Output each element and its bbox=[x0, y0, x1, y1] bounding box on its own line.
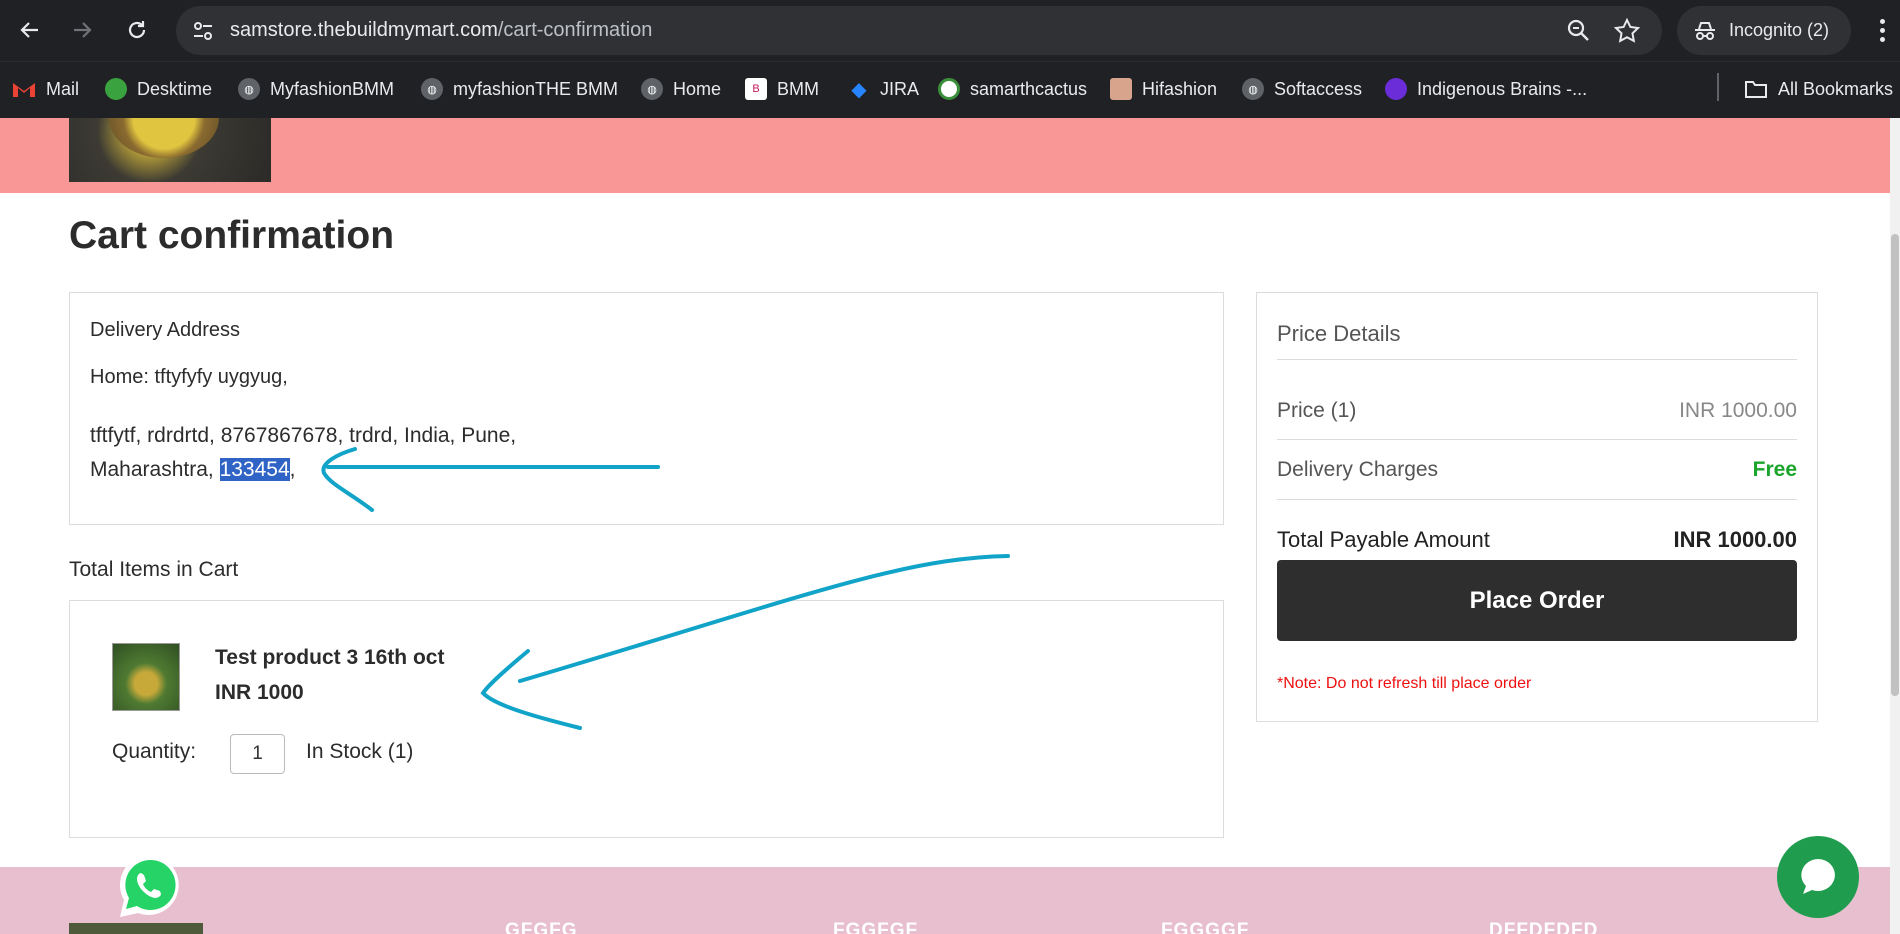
scrollbar-thumb[interactable] bbox=[1891, 234, 1899, 696]
bookmark-desktime[interactable]: Desktime bbox=[105, 74, 212, 104]
incognito-indicator[interactable]: Incognito (2) bbox=[1677, 6, 1851, 55]
brains-icon bbox=[1385, 78, 1407, 100]
page-scrollbar[interactable] bbox=[1890, 118, 1900, 934]
price-value: INR 1000.00 bbox=[1679, 399, 1797, 422]
zoom-icon[interactable] bbox=[1566, 18, 1592, 44]
items-heading: Total Items in Cart bbox=[69, 558, 239, 581]
bookmark-hifashion[interactable]: Hifashion bbox=[1110, 74, 1217, 104]
site-header bbox=[0, 118, 1890, 193]
bookmark-myfashion-the-bmm[interactable]: ◍ myfashionTHE BMM bbox=[421, 74, 618, 104]
bookmark-indigenous-brains[interactable]: Indigenous Brains -... bbox=[1385, 74, 1587, 104]
footer-heading: FGGGGF bbox=[1161, 920, 1250, 934]
address-home-line: Home: tftyfyfy uygyug, bbox=[90, 366, 288, 388]
footer-logo-image[interactable] bbox=[69, 923, 203, 934]
chat-bubble-icon bbox=[1801, 859, 1835, 894]
site-info-icon[interactable] bbox=[190, 18, 216, 44]
globe-icon: ◍ bbox=[1242, 78, 1264, 100]
stock-status: In Stock (1) bbox=[306, 740, 414, 763]
place-order-button[interactable]: Place Order bbox=[1277, 560, 1797, 641]
browser-menu-icon[interactable] bbox=[1872, 14, 1892, 46]
chat-button[interactable] bbox=[1777, 836, 1859, 918]
product-thumbnail[interactable] bbox=[112, 643, 180, 711]
selected-pincode: 133454 bbox=[219, 458, 290, 481]
site-logo-image[interactable] bbox=[69, 118, 271, 182]
refresh-note: *Note: Do not refresh till place order bbox=[1277, 675, 1532, 692]
price-details-heading: Price Details bbox=[1277, 321, 1401, 346]
product-price: INR 1000 bbox=[215, 681, 304, 704]
product-name[interactable]: Test product 3 16th oct bbox=[215, 646, 444, 670]
total-row: Total Payable Amount INR 1000.00 bbox=[1277, 527, 1797, 553]
page-title: Cart confirmation bbox=[69, 214, 395, 257]
total-value: INR 1000.00 bbox=[1673, 527, 1797, 552]
globe-icon: ◍ bbox=[641, 78, 663, 100]
total-label: Total Payable Amount bbox=[1277, 527, 1490, 552]
site-footer bbox=[0, 867, 1890, 934]
divider bbox=[1277, 499, 1797, 500]
bmm-icon: B bbox=[745, 78, 767, 100]
jira-icon: ◆ bbox=[851, 78, 867, 101]
cart-items-card: Test product 3 16th oct INR 1000 Quantit… bbox=[69, 600, 1224, 838]
folder-icon bbox=[1745, 81, 1767, 98]
bookmark-samarthcactus[interactable]: samarthcactus bbox=[938, 74, 1087, 104]
gmail-icon bbox=[13, 83, 35, 97]
incognito-icon bbox=[1695, 21, 1715, 40]
bookmark-myfashionbmm[interactable]: ◍ MyfashionBMM bbox=[238, 74, 394, 104]
globe-icon: ◍ bbox=[238, 78, 260, 100]
divider bbox=[1277, 439, 1797, 440]
price-label: Price (1) bbox=[1277, 399, 1357, 422]
footer-heading: GFGFG bbox=[505, 920, 578, 934]
bookmark-bmm[interactable]: B BMM bbox=[745, 74, 819, 104]
bookmarks-divider bbox=[1717, 73, 1719, 101]
browser-toolbar: samstore.thebuildmymart.com/cart-confirm… bbox=[0, 0, 1900, 61]
bookmark-jira[interactable]: ◆ JIRA bbox=[848, 74, 919, 104]
delivery-charges-row: Delivery Charges Free bbox=[1277, 458, 1797, 482]
whatsapp-icon[interactable] bbox=[114, 851, 186, 923]
avatar-icon bbox=[1110, 78, 1132, 100]
desktime-icon bbox=[105, 78, 127, 100]
reload-icon[interactable] bbox=[121, 14, 153, 46]
address-text: tftfytf, rdrdrtd, 8767867678, trdrd, Ind… bbox=[90, 424, 517, 481]
address-bar[interactable]: samstore.thebuildmymart.com/cart-confirm… bbox=[176, 6, 1662, 55]
delivery-charges-value: Free bbox=[1752, 458, 1797, 481]
url-text[interactable]: samstore.thebuildmymart.com/cart-confirm… bbox=[230, 19, 652, 42]
back-arrow-icon[interactable] bbox=[14, 14, 46, 46]
bookmark-home[interactable]: ◍ Home bbox=[641, 74, 721, 104]
delivery-address-heading: Delivery Address bbox=[90, 319, 241, 341]
quantity-field[interactable]: 1 bbox=[230, 734, 285, 774]
divider bbox=[1277, 359, 1797, 360]
cactus-icon bbox=[938, 78, 960, 100]
forward-arrow-icon[interactable] bbox=[66, 14, 98, 46]
bookmark-mail[interactable]: Mail bbox=[12, 74, 79, 104]
delivery-address-card: Delivery Address Home: tftyfyfy uygyug, … bbox=[69, 292, 1224, 525]
star-icon[interactable] bbox=[1614, 18, 1640, 44]
footer-heading: DFFDFDFD bbox=[1489, 920, 1599, 934]
bookmark-softaccess[interactable]: ◍ Softaccess bbox=[1242, 74, 1362, 104]
incognito-label: Incognito (2) bbox=[1729, 20, 1830, 40]
bookmarks-bar: Mail Desktime ◍ MyfashionBMM ◍ myfashion… bbox=[0, 61, 1900, 118]
quantity-label: Quantity: bbox=[112, 740, 197, 763]
delivery-charges-label: Delivery Charges bbox=[1277, 458, 1439, 481]
footer-heading: FGGFGF bbox=[833, 920, 919, 934]
globe-icon: ◍ bbox=[421, 78, 443, 100]
all-bookmarks[interactable]: All Bookmarks bbox=[1744, 74, 1893, 104]
price-row: Price (1) INR 1000.00 bbox=[1277, 399, 1797, 423]
price-details-card: Price Details Price (1) INR 1000.00 Deli… bbox=[1256, 292, 1818, 722]
page-viewport: Cart confirmation Delivery Address Home:… bbox=[0, 118, 1900, 934]
